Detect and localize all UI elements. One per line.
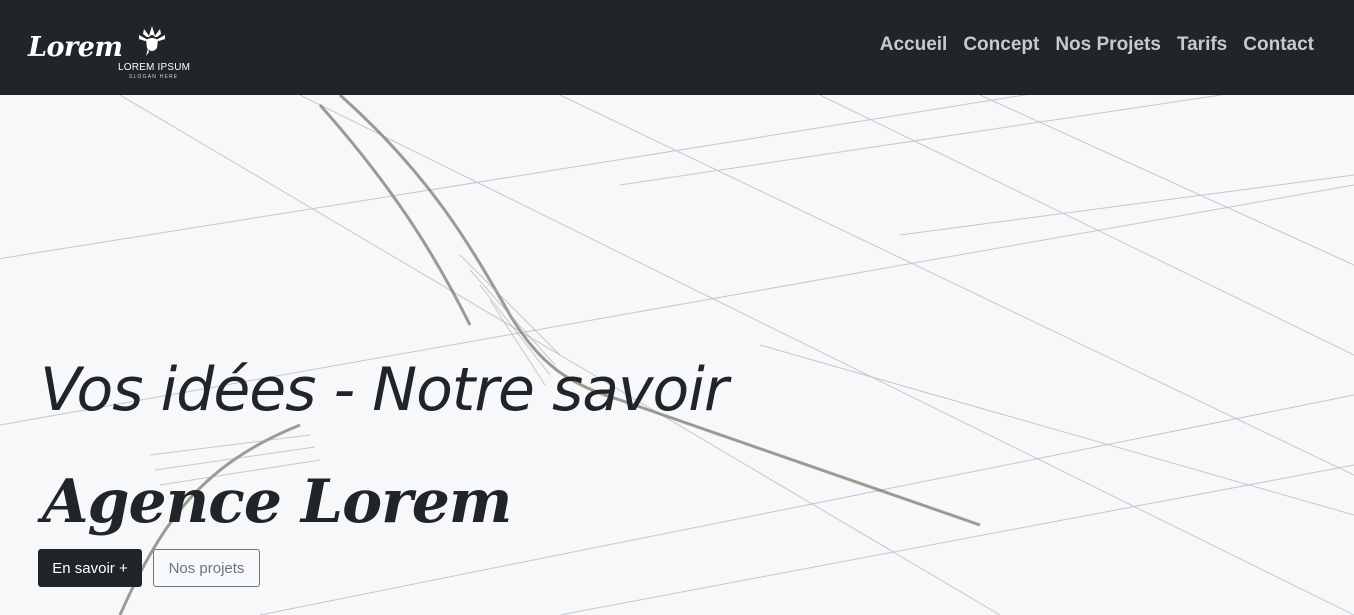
nav-contact[interactable]: Contact bbox=[1243, 34, 1314, 56]
nav-concept[interactable]: Concept bbox=[963, 34, 1039, 56]
logo[interactable]: LOREM IPSUM SLOGAN HERE bbox=[118, 22, 191, 80]
hero-headline: Vos idées - Notre savoir bbox=[40, 355, 729, 426]
hero-section: Vos idées - Notre savoir Agence Lorem En… bbox=[0, 95, 1354, 615]
hero-agency-name: Agence Lorem bbox=[42, 466, 512, 537]
top-navbar: Lorem LOREM IPSUM SLOGAN HERE Accueil Co… bbox=[0, 0, 1354, 95]
feather-headdress-icon bbox=[139, 26, 165, 56]
logo-subtext: SLOGAN HERE bbox=[129, 74, 179, 80]
main-nav: Accueil Concept Nos Projets Tarifs Conta… bbox=[880, 34, 1314, 56]
nav-tarifs[interactable]: Tarifs bbox=[1177, 34, 1227, 56]
brand-name: Lorem bbox=[28, 32, 123, 63]
nav-accueil[interactable]: Accueil bbox=[880, 34, 948, 56]
en-savoir-plus-button[interactable]: En savoir + bbox=[38, 549, 142, 587]
nos-projets-button[interactable]: Nos projets bbox=[153, 549, 260, 587]
nav-nos-projets[interactable]: Nos Projets bbox=[1055, 34, 1161, 56]
logo-text: LOREM IPSUM bbox=[118, 62, 191, 73]
